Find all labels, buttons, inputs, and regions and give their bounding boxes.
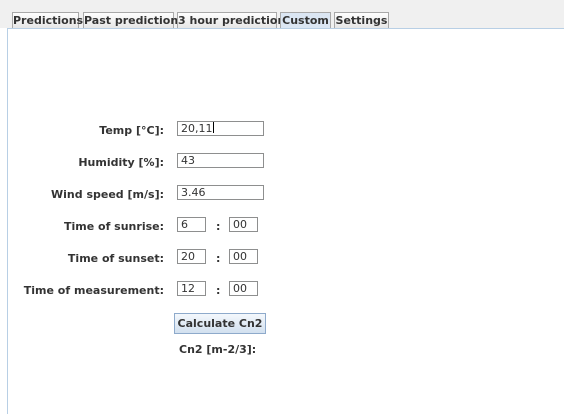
temp-label: Temp [°C]: xyxy=(99,124,164,137)
humidity-field[interactable]: 43 xyxy=(177,153,264,168)
humidity-label: Humidity [%]: xyxy=(78,156,164,169)
tab-settings[interactable]: Settings xyxy=(334,12,389,28)
tab-predictions[interactable]: Predictions xyxy=(12,12,83,28)
sunrise-hours-field[interactable]: 6 xyxy=(177,217,206,232)
tab-bar: Predictions Past predictions 3 hour pred… xyxy=(0,0,564,28)
temp-value: 20,11 xyxy=(181,122,213,135)
cn2-result-label: Cn2 [m-2/3]: xyxy=(179,343,257,356)
sunset-label: Time of sunset: xyxy=(67,252,164,265)
wind-speed-label: Wind speed [m/s]: xyxy=(51,188,164,201)
tab-3-hour-predictions[interactable]: 3 hour predictions xyxy=(177,12,292,28)
calculate-cn2-button[interactable]: Calculate Cn2 xyxy=(174,313,266,334)
sunrise-minutes-field[interactable]: 00 xyxy=(229,217,258,232)
sunset-separator: : xyxy=(216,252,221,265)
temp-field[interactable]: 20,11 xyxy=(177,121,264,136)
tab-past-predictions[interactable]: Past predictions xyxy=(83,12,185,28)
sunset-hours-field[interactable]: 20 xyxy=(177,249,206,264)
measurement-label: Time of measurement: xyxy=(23,284,164,297)
sunrise-separator: : xyxy=(216,220,221,233)
measurement-separator: : xyxy=(216,284,221,297)
text-cursor xyxy=(212,122,214,133)
measurement-minutes-field[interactable]: 00 xyxy=(229,281,258,296)
tab-custom[interactable]: Custom xyxy=(280,12,331,28)
sunrise-label: Time of sunrise: xyxy=(63,220,164,233)
sunset-minutes-field[interactable]: 00 xyxy=(229,249,258,264)
measurement-hours-field[interactable]: 12 xyxy=(177,281,206,296)
wind-speed-field[interactable]: 3.46 xyxy=(177,185,264,200)
